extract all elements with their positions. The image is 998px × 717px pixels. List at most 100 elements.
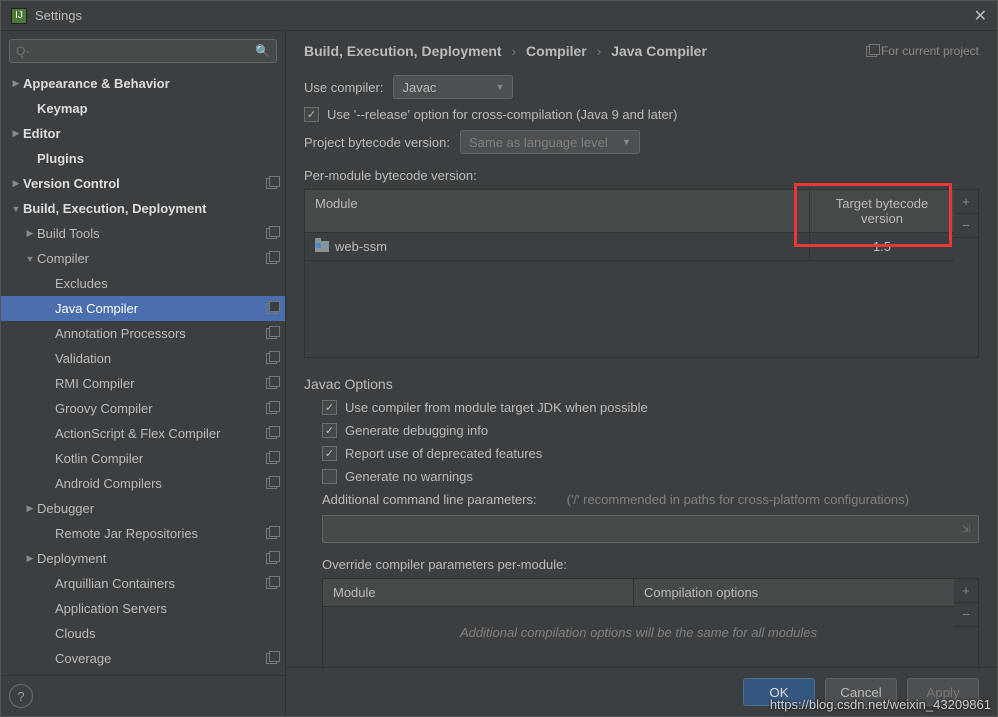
project-scope-icon [266, 353, 277, 364]
sidebar-item-label: Appearance & Behavior [23, 76, 277, 91]
search-input[interactable] [16, 44, 255, 58]
sidebar-item-keymap[interactable]: Keymap [1, 96, 285, 121]
sidebar-item-build-execution-deployment[interactable]: ▼Build, Execution, Deployment [1, 196, 285, 221]
use-compiler-label: Use compiler: [304, 80, 383, 95]
remove-button[interactable]: − [954, 214, 978, 238]
tree-arrow-icon: ▼ [9, 204, 23, 214]
help-button[interactable]: ? [9, 684, 33, 708]
close-icon[interactable]: ✕ [974, 6, 987, 26]
col-options[interactable]: Compilation options [634, 579, 954, 606]
opt3-label: Report use of deprecated features [345, 446, 542, 461]
table-actions: + − [954, 190, 978, 357]
use-compiler-value: Javac [402, 80, 436, 95]
sidebar-item-application-servers[interactable]: Application Servers [1, 596, 285, 621]
breadcrumb-a[interactable]: Build, Execution, Deployment [304, 43, 502, 59]
module-name: web-ssm [335, 239, 387, 254]
search-box[interactable]: 🔍 [9, 39, 277, 63]
project-scope-icon [266, 378, 277, 389]
expand-icon[interactable]: ⇲ [962, 524, 970, 535]
sidebar-item-excludes[interactable]: Excludes [1, 271, 285, 296]
search-icon: 🔍 [255, 44, 270, 58]
sidebar-item-appearance-behavior[interactable]: ▶Appearance & Behavior [1, 71, 285, 96]
project-scope-icon [266, 403, 277, 414]
breadcrumb: Build, Execution, Deployment › Compiler … [304, 43, 866, 59]
sidebar-item-label: Groovy Compiler [55, 401, 260, 416]
project-note: For current project [866, 44, 979, 58]
watermark: https://blog.csdn.net/weixin_43209861 [770, 697, 991, 712]
breadcrumb-sep: › [511, 43, 516, 59]
project-scope-icon [266, 428, 277, 439]
col-target[interactable]: Target bytecode version [810, 190, 954, 232]
breadcrumb-b[interactable]: Compiler [526, 43, 587, 59]
sidebar-item-label: Clouds [55, 626, 277, 641]
sidebar-item-actionscript-flex-compiler[interactable]: ActionScript & Flex Compiler [1, 421, 285, 446]
module-icon [315, 241, 329, 252]
opt2-label: Generate debugging info [345, 423, 488, 438]
add-button[interactable]: + [954, 579, 978, 603]
sidebar-item-deployment[interactable]: ▶Deployment [1, 546, 285, 571]
sidebar-item-label: Excludes [55, 276, 277, 291]
add-button[interactable]: + [954, 190, 978, 214]
checkbox-icon [322, 469, 337, 484]
sidebar-item-remote-jar-repositories[interactable]: Remote Jar Repositories [1, 521, 285, 546]
sidebar-item-android-compilers[interactable]: Android Compilers [1, 471, 285, 496]
opt-no-warnings[interactable]: Generate no warnings [322, 469, 979, 484]
sidebar-item-build-tools[interactable]: ▶Build Tools [1, 221, 285, 246]
sidebar-item-label: Coverage [55, 651, 260, 666]
project-scope-icon [266, 528, 277, 539]
sidebar-item-label: Keymap [37, 101, 277, 116]
settings-tree: ▶Appearance & BehaviorKeymap▶EditorPlugi… [1, 71, 285, 675]
table-row[interactable]: web-ssm 1.5 [305, 233, 954, 261]
project-scope-icon [266, 303, 277, 314]
sidebar-item-editor[interactable]: ▶Editor [1, 121, 285, 146]
tree-arrow-icon: ▶ [9, 78, 23, 89]
sidebar-item-label: RMI Compiler [55, 376, 260, 391]
override-table: Module Compilation options Additional co… [322, 578, 979, 667]
project-note-text: For current project [881, 44, 979, 58]
addl-params-input[interactable]: ⇲ [322, 515, 979, 543]
opt4-label: Generate no warnings [345, 469, 473, 484]
sidebar-item-java-compiler[interactable]: Java Compiler [1, 296, 285, 321]
tree-arrow-icon: ▶ [9, 128, 23, 139]
opt-use-module-jdk[interactable]: Use compiler from module target JDK when… [322, 400, 979, 415]
remove-button[interactable]: − [954, 603, 978, 627]
checkbox-icon [322, 446, 337, 461]
project-bytecode-select[interactable]: Same as language level ▼ [460, 130, 640, 154]
col-module[interactable]: Module [323, 579, 634, 606]
sidebar-item-kotlin-compiler[interactable]: Kotlin Compiler [1, 446, 285, 471]
sidebar-item-clouds[interactable]: Clouds [1, 621, 285, 646]
release-option-checkbox[interactable]: Use '--release' option for cross-compila… [304, 107, 979, 122]
project-bytecode-label: Project bytecode version: [304, 135, 450, 150]
tree-arrow-icon: ▼ [23, 254, 37, 264]
sidebar-item-annotation-processors[interactable]: Annotation Processors [1, 321, 285, 346]
sidebar-item-debugger[interactable]: ▶Debugger [1, 496, 285, 521]
col-module[interactable]: Module [305, 190, 810, 232]
sidebar-item-rmi-compiler[interactable]: RMI Compiler [1, 371, 285, 396]
cell-target[interactable]: 1.5 [810, 233, 954, 260]
tree-arrow-icon: ▶ [23, 503, 37, 514]
per-module-table: Module Target bytecode version web-ssm 1… [304, 189, 979, 358]
sidebar-item-coverage[interactable]: Coverage [1, 646, 285, 671]
tree-arrow-icon: ▶ [23, 228, 37, 239]
sidebar-item-label: Java Compiler [55, 301, 260, 316]
cell-module: web-ssm [305, 233, 810, 260]
sidebar-item-groovy-compiler[interactable]: Groovy Compiler [1, 396, 285, 421]
breadcrumb-c: Java Compiler [611, 43, 707, 59]
content: Use compiler: Javac ▼ Use '--release' op… [286, 67, 997, 667]
sidebar-item-label: Version Control [23, 176, 260, 191]
sidebar-item-compiler[interactable]: ▼Compiler [1, 246, 285, 271]
main-panel: Build, Execution, Deployment › Compiler … [286, 31, 997, 716]
empty-message: Additional compilation options will be t… [323, 607, 954, 667]
sidebar-item-label: Plugins [37, 151, 277, 166]
javac-options-title: Javac Options [304, 376, 979, 392]
sidebar-item-validation[interactable]: Validation [1, 346, 285, 371]
sidebar-item-label: Annotation Processors [55, 326, 260, 341]
opt-deprecated[interactable]: Report use of deprecated features [322, 446, 979, 461]
project-scope-icon [266, 253, 277, 264]
sidebar-item-arquillian-containers[interactable]: Arquillian Containers [1, 571, 285, 596]
sidebar-item-label: Build Tools [37, 226, 260, 241]
use-compiler-select[interactable]: Javac ▼ [393, 75, 513, 99]
opt-debug-info[interactable]: Generate debugging info [322, 423, 979, 438]
sidebar-item-plugins[interactable]: Plugins [1, 146, 285, 171]
sidebar-item-version-control[interactable]: ▶Version Control [1, 171, 285, 196]
